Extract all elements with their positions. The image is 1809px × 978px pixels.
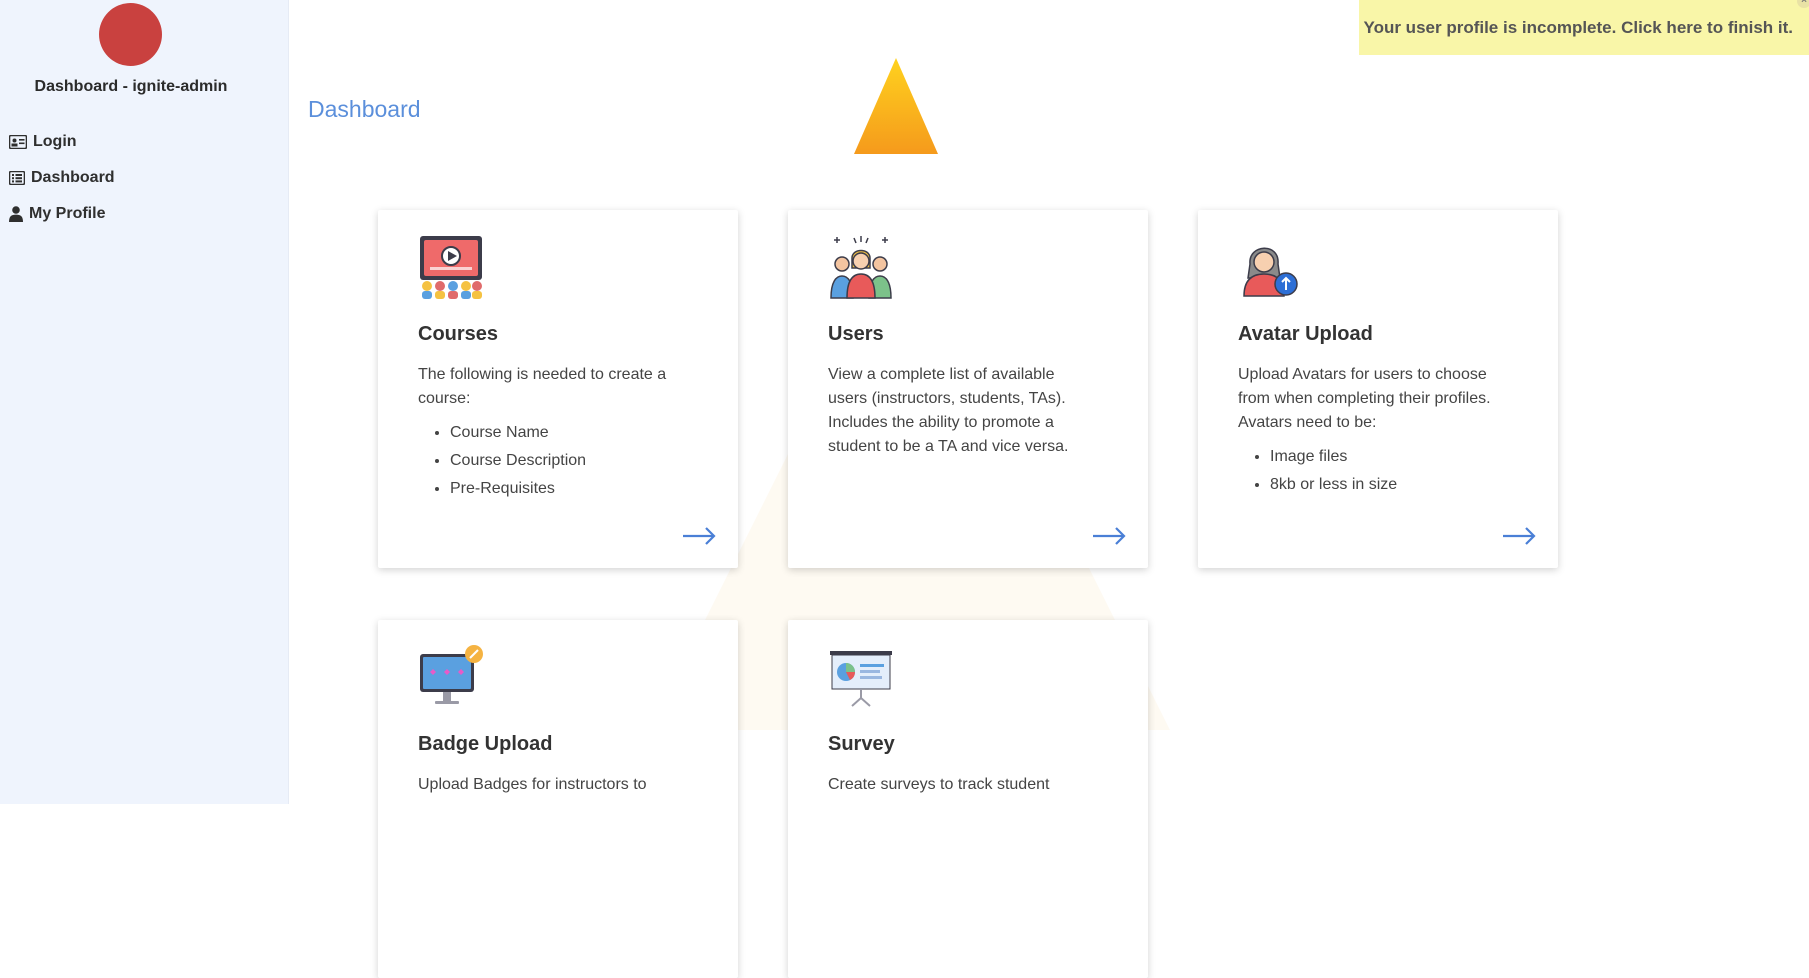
sidebar-item-my-profile[interactable]: My Profile [9,196,115,232]
users-card: Users View a complete list of available … [788,210,1148,568]
card-description-text: View a complete list of available users … [828,366,1069,455]
survey-card: Survey Create surveys to track student [788,620,1148,978]
avatar-upload-icon [1243,247,1298,297]
survey-board-icon [830,651,892,707]
close-icon[interactable]: × [1797,0,1809,8]
notification-text: Your user profile is incomplete. Click h… [1363,17,1794,37]
sidebar-item-login[interactable]: Login [9,124,115,160]
list-item: Course Description [450,447,688,475]
card-description: Create surveys to track student [828,773,1098,797]
requirements-list: Image files 8kb or less in size [1238,443,1508,499]
arrow-right-icon[interactable] [1092,526,1126,546]
badge-upload-card: Badge Upload Upload Badges for instructo… [378,620,738,978]
list-icon [9,171,25,185]
card-description-text: Create surveys to track student [828,776,1050,793]
list-item: Course Name [450,419,688,447]
avatar-upload-card: Avatar Upload Upload Avatars for users t… [1198,210,1558,568]
avatar[interactable] [99,3,162,66]
card-description-text: The following is needed to create a cour… [418,366,667,407]
card-title: Users [828,323,884,345]
triangle-logo-icon [854,58,938,154]
card-description-text: Upload Badges for instructors to [418,776,647,793]
sidebar-item-label: Login [33,133,77,150]
card-title: Avatar Upload [1238,323,1373,345]
requirements-list: Course Name Course Description Pre-Requi… [418,419,688,503]
list-item: Pre-Requisites [450,475,688,503]
list-item: Image files [1270,443,1508,471]
list-item: 8kb or less in size [1270,471,1508,499]
sidebar-nav: Login Dashboard My Profile [9,124,115,232]
card-description-text: Upload Avatars for users to choose from … [1238,366,1491,431]
badge-monitor-icon [420,645,483,704]
courses-card: Courses The following is needed to creat… [378,210,738,568]
card-title: Courses [418,323,499,345]
card-title: Badge Upload [418,733,553,755]
profile-incomplete-notification[interactable]: Your user profile is incomplete. Click h… [1359,0,1809,55]
card-description: The following is needed to create a cour… [418,363,688,503]
page-title: Dashboard [308,96,421,122]
sidebar-item-label: My Profile [29,205,106,222]
card-description: Upload Avatars for users to choose from … [1238,363,1508,499]
sidebar: Dashboard - ignite-admin Login Dashboard… [0,0,289,804]
video-presentation-icon [420,236,482,299]
sidebar-item-label: Dashboard [31,169,115,186]
id-card-icon [9,135,27,149]
arrow-right-icon[interactable] [682,526,716,546]
group-users-icon [830,236,892,299]
card-description: View a complete list of available users … [828,363,1098,459]
sidebar-item-dashboard[interactable]: Dashboard [9,160,115,196]
site-title: Dashboard - ignite-admin [34,78,228,95]
arrow-right-icon[interactable] [1502,526,1536,546]
card-title: Survey [828,733,895,755]
user-icon [9,206,23,222]
card-description: Upload Badges for instructors to [418,773,688,797]
